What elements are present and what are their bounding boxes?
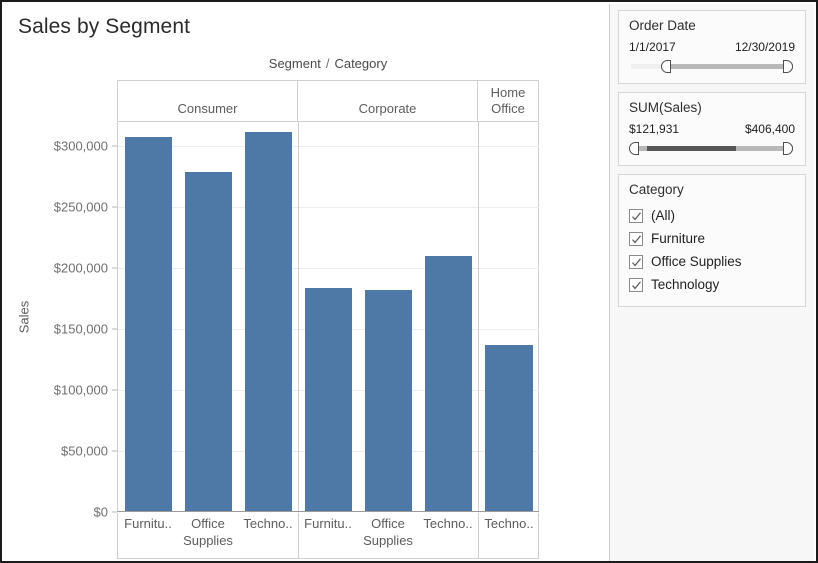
x-axis-tick-label[interactable]: Techno..	[238, 515, 298, 532]
filter-card-order-date: Order Date 1/1/2017 12/30/2019	[618, 10, 806, 84]
gridline	[118, 146, 539, 148]
plot-area	[117, 122, 539, 512]
sum-sales-slider-handle-right[interactable]	[783, 142, 793, 155]
bar[interactable]	[485, 345, 533, 511]
x-axis-tick-label[interactable]: Techno..	[478, 515, 540, 532]
checkbox-checked-icon[interactable]	[629, 208, 643, 223]
sum-sales-slider-selected-track[interactable]	[647, 146, 737, 151]
x-axis: Furnitu.. Office Supplies Techno.. Furnitu.…	[117, 513, 539, 559]
y-axis-tick-label: $200,000	[53, 260, 108, 276]
gridline	[118, 268, 539, 270]
segment-header-1[interactable]: Corporate	[297, 80, 477, 122]
segment-header-0[interactable]: Consumer	[117, 80, 297, 122]
checkbox-checked-icon[interactable]	[629, 254, 643, 269]
filter-rail: Order Date 1/1/2017 12/30/2019 SUM(Sales…	[609, 4, 814, 561]
worksheet-pane: Sales by Segment Segment / Category Consum…	[4, 4, 613, 561]
plot-right-edge	[538, 122, 539, 511]
sum-sales-min-label: $121,931	[629, 122, 680, 136]
x-axis-tick-label[interactable]: Furnitu..	[298, 515, 358, 532]
category-item-1[interactable]: Furniture	[629, 227, 795, 250]
column-field-segment[interactable]: Segment	[269, 56, 321, 71]
segment-header-label: Corporate	[358, 101, 417, 116]
bar[interactable]	[245, 132, 292, 511]
x-axis-tick-label[interactable]: Techno..	[418, 515, 478, 532]
column-field-header: Segment / Category	[117, 56, 539, 71]
y-axis-tick-label: $300,000	[53, 138, 108, 154]
bar[interactable]	[305, 287, 352, 511]
segment-header-label: Home Office	[490, 85, 526, 116]
category-item-label: Office Supplies	[651, 254, 742, 269]
category-checkbox-list: (All) Furniture Office Supplies Technology	[629, 204, 795, 296]
filter-title-sum-sales: SUM(Sales)	[629, 100, 702, 115]
x-axis-tick-label[interactable]: Office Supplies	[358, 515, 418, 549]
order-date-max-label: 12/30/2019	[734, 40, 795, 54]
gridline	[118, 207, 539, 209]
x-axis-tick-label[interactable]: Furnitu..	[118, 515, 178, 532]
y-axis-title: Sales	[16, 300, 32, 334]
category-item-label: Furniture	[651, 231, 706, 246]
sum-sales-range-labels: $121,931 $406,400	[629, 122, 795, 136]
y-axis: Sales $0 $50,000 $100,000 $150,000 $200,000 $…	[4, 122, 117, 520]
y-axis-tick-label: $0	[93, 504, 108, 520]
bar[interactable]	[185, 171, 232, 511]
filter-card-category: Category (All) Furniture Office Supplies Te…	[618, 174, 806, 307]
bar[interactable]	[125, 137, 172, 511]
y-axis-tick-label: $250,000	[53, 199, 108, 215]
y-axis-tick-label: $100,000	[53, 382, 108, 398]
category-item-3[interactable]: Technology	[629, 273, 795, 296]
y-axis-tick-label: $50,000	[61, 443, 108, 459]
checkbox-checked-icon[interactable]	[629, 277, 643, 292]
sum-sales-range-slider[interactable]	[629, 141, 793, 155]
column-field-separator: /	[325, 56, 330, 71]
bar[interactable]	[425, 255, 472, 511]
checkbox-checked-icon[interactable]	[629, 231, 643, 246]
category-item-label: (All)	[651, 208, 675, 223]
order-date-range-labels: 1/1/2017 12/30/2019	[629, 40, 795, 54]
sum-sales-max-label: $406,400	[744, 122, 795, 136]
category-item-2[interactable]: Office Supplies	[629, 250, 795, 273]
filter-title-category: Category	[629, 182, 684, 197]
filter-card-sum-sales: SUM(Sales) $121,931 $406,400	[618, 92, 806, 166]
order-date-range-slider[interactable]	[631, 59, 793, 73]
page-title: Sales by Segment	[18, 15, 191, 38]
dashboard-window: Sales by Segment Segment / Category Consum…	[0, 0, 818, 563]
segment-header-2[interactable]: Home Office	[477, 80, 539, 122]
order-date-slider-selected-track[interactable]	[669, 64, 793, 69]
segment-divider-1	[478, 122, 479, 511]
column-field-category[interactable]: Category	[334, 56, 387, 71]
category-item-0[interactable]: (All)	[629, 204, 795, 227]
x-axis-segment-divider-1	[478, 513, 479, 558]
x-axis-tick-label[interactable]: Office Supplies	[178, 515, 238, 549]
order-date-slider-handle-right[interactable]	[783, 60, 793, 73]
filter-title-order-date: Order Date	[629, 18, 696, 33]
x-axis-segment-divider-0	[298, 513, 299, 558]
y-axis-tick-label: $150,000	[53, 321, 108, 337]
bar[interactable]	[365, 289, 412, 511]
sum-sales-slider-handle-left[interactable]	[629, 142, 640, 155]
order-date-slider-handle-left[interactable]	[660, 60, 671, 73]
order-date-min-label: 1/1/2017	[629, 40, 676, 54]
segment-divider-0	[298, 122, 299, 511]
segment-header-label: Consumer	[177, 101, 238, 116]
category-item-label: Technology	[651, 277, 720, 292]
